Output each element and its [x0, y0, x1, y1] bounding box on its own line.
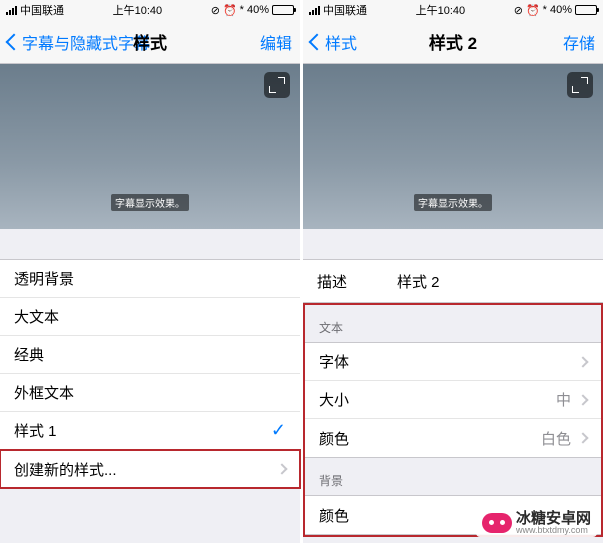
- rotation-lock-icon: ⊘: [514, 4, 523, 17]
- status-bar: 中国联通 上午10:40 ⊘ ⏰ * 40%: [0, 0, 300, 20]
- edit-button[interactable]: 编辑: [260, 30, 292, 54]
- carrier-label: 中国联通: [20, 2, 64, 18]
- section-header-bg: 背景: [305, 458, 601, 495]
- style-label: 样式 1: [14, 420, 57, 441]
- row-label: 颜色: [319, 505, 349, 526]
- alarm-icon: ⏰: [223, 4, 237, 17]
- style-row-outline[interactable]: 外框文本: [0, 374, 300, 412]
- chevron-right-icon: [276, 463, 287, 474]
- row-label: 字体: [319, 351, 349, 372]
- caption-sample: 字幕显示效果。: [111, 194, 189, 211]
- row-label: 颜色: [319, 428, 349, 449]
- caption-sample: 字幕显示效果。: [414, 194, 492, 211]
- chevron-right-icon: [577, 356, 588, 367]
- row-value: 白色: [541, 428, 571, 449]
- style-label: 大文本: [14, 306, 59, 327]
- style-row-large-text[interactable]: 大文本: [0, 298, 300, 336]
- battery-icon: [272, 5, 294, 15]
- section-header-text: 文本: [305, 305, 601, 342]
- row-value: 中: [556, 389, 571, 410]
- battery-pct: 40%: [550, 4, 572, 16]
- description-row[interactable]: 描述 样式 2: [303, 259, 603, 303]
- style-label: 透明背景: [14, 268, 74, 289]
- signal-icon: [6, 6, 17, 15]
- chevron-left-icon: [309, 33, 326, 50]
- style-row-style1[interactable]: 样式 1 ✓: [0, 412, 300, 450]
- size-row[interactable]: 大小 中: [305, 381, 601, 419]
- caption-preview: 字幕显示效果。: [0, 64, 300, 229]
- style-list: 透明背景 大文本 经典 外框文本 样式 1 ✓ 创建新的样式...: [0, 259, 300, 489]
- chevron-left-icon: [6, 33, 23, 50]
- row-label: 大小: [319, 389, 349, 410]
- status-time: 上午10:40: [113, 2, 163, 18]
- screen-style-edit: 中国联通 上午10:40 ⊘ ⏰ * 40% 样式 样式 2 存储 字幕显示: [303, 0, 603, 543]
- watermark-url: www.btxtdmy.com: [516, 526, 591, 535]
- carrier-label: 中国联通: [323, 2, 367, 18]
- nav-bar: 样式 样式 2 存储: [303, 20, 603, 64]
- watermark-text: 冰糖安卓网: [516, 511, 591, 526]
- expand-button[interactable]: [567, 72, 593, 98]
- screen-style-list: 中国联通 上午10:40 ⊘ ⏰ * 40% 字幕与隐藏式字幕 样式 编辑: [0, 0, 300, 543]
- bluetooth-icon: *: [240, 4, 244, 16]
- style-label: 创建新的样式...: [14, 459, 117, 480]
- bluetooth-icon: *: [543, 4, 547, 16]
- style-row-classic[interactable]: 经典: [0, 336, 300, 374]
- style-label: 经典: [14, 344, 44, 365]
- watermark-logo-icon: [482, 513, 512, 533]
- battery-icon: [575, 5, 597, 15]
- status-bar: 中国联通 上午10:40 ⊘ ⏰ * 40%: [303, 0, 603, 20]
- expand-icon: [574, 79, 586, 91]
- signal-icon: [309, 6, 320, 15]
- create-new-style-row[interactable]: 创建新的样式...: [0, 450, 300, 488]
- alarm-icon: ⏰: [526, 4, 540, 17]
- text-settings-group: 字体 大小 中 颜色 白色: [305, 342, 601, 458]
- color-row[interactable]: 颜色 白色: [305, 419, 601, 457]
- description-value: 样式 2: [397, 271, 440, 292]
- watermark: 冰糖安卓网 www.btxtdmy.com: [476, 509, 597, 537]
- font-row[interactable]: 字体: [305, 343, 601, 381]
- style-row-transparent[interactable]: 透明背景: [0, 260, 300, 298]
- description-label: 描述: [317, 271, 397, 292]
- caption-preview: 字幕显示效果。: [303, 64, 603, 229]
- rotation-lock-icon: ⊘: [211, 4, 220, 17]
- back-button[interactable]: 样式: [311, 30, 357, 54]
- expand-icon: [271, 79, 283, 91]
- save-button[interactable]: 存储: [563, 30, 595, 54]
- expand-button[interactable]: [264, 72, 290, 98]
- status-time: 上午10:40: [416, 2, 466, 18]
- chevron-right-icon: [577, 432, 588, 443]
- nav-bar: 字幕与隐藏式字幕 样式 编辑: [0, 20, 300, 64]
- back-label: 字幕与隐藏式字幕: [22, 30, 150, 54]
- back-button[interactable]: 字幕与隐藏式字幕: [8, 30, 150, 54]
- back-label: 样式: [325, 30, 357, 54]
- checkmark-icon: ✓: [271, 420, 286, 441]
- chevron-right-icon: [577, 394, 588, 405]
- battery-pct: 40%: [247, 4, 269, 16]
- style-label: 外框文本: [14, 382, 74, 403]
- page-title: 样式 2: [429, 29, 477, 54]
- page-title: 样式: [133, 29, 167, 54]
